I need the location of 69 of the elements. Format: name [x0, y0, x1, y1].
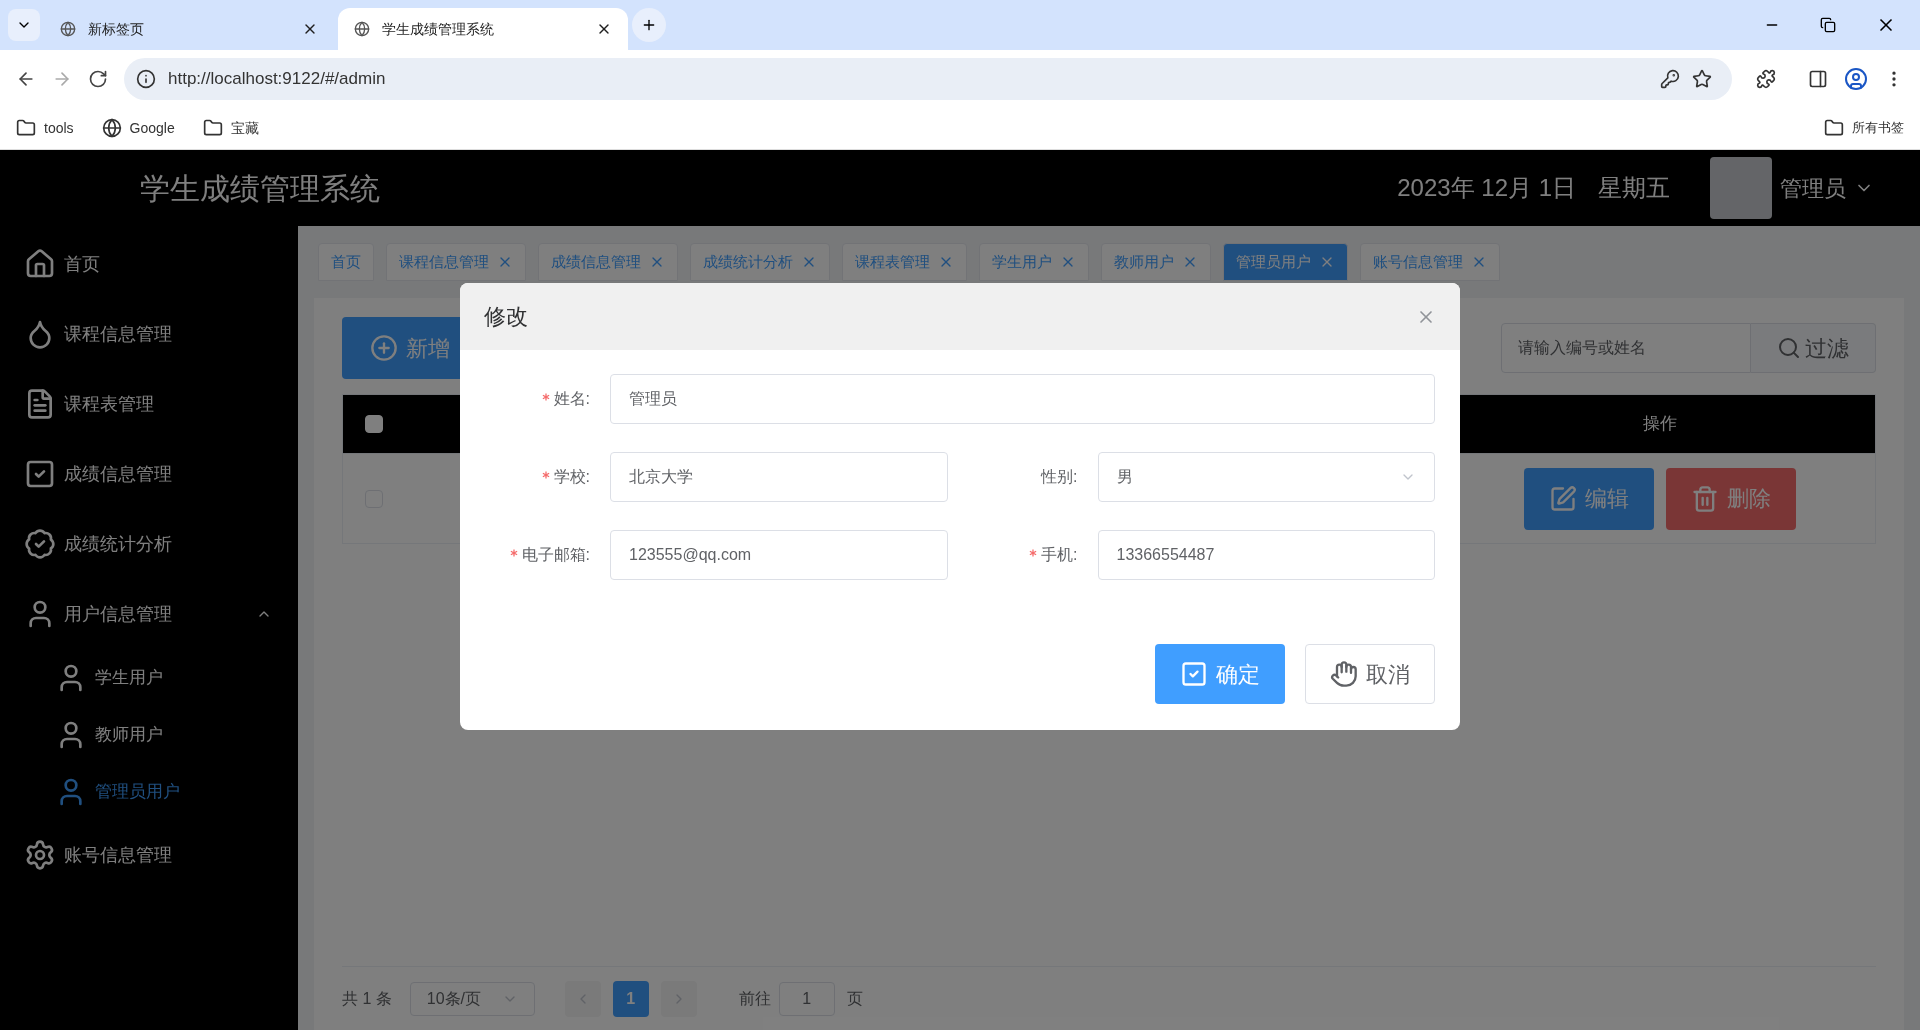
- text-field[interactable]: 北京大学: [610, 452, 948, 502]
- page-input[interactable]: 1: [778, 981, 835, 1016]
- reload-icon[interactable]: [88, 68, 108, 89]
- field-label: 电子邮箱:: [521, 545, 590, 565]
- bookmark[interactable]: Google: [101, 117, 175, 139]
- url-text: http://localhost:9122/#/admin: [168, 67, 387, 90]
- cancel-button[interactable]: 取消: [1305, 644, 1435, 704]
- tab-list-button[interactable]: [8, 9, 40, 41]
- globe-icon: [101, 118, 122, 138]
- dialog-title: 修改: [484, 303, 528, 331]
- confirm-button[interactable]: 确定: [1155, 644, 1285, 704]
- weekday-text: 星期五: [1598, 173, 1670, 203]
- plus-icon: [641, 17, 657, 33]
- folder-icon: [202, 118, 223, 138]
- menu-item-icon: [24, 248, 56, 280]
- globe-icon: [60, 21, 76, 37]
- menu-item-icon: [24, 528, 56, 560]
- user-name[interactable]: 管理员: [1780, 171, 1846, 205]
- sidebar-subitem[interactable]: 教师用户: [0, 706, 298, 763]
- globe-icon: [354, 21, 370, 37]
- folder-icon: [1824, 118, 1844, 138]
- sidebar-item[interactable]: 首页: [0, 229, 298, 299]
- profile-icon[interactable]: [1844, 66, 1868, 91]
- menu-item-icon: [24, 839, 56, 871]
- sidebar-subitem[interactable]: 学生用户: [0, 649, 298, 706]
- address-bar[interactable]: http://localhost:9122/#/admin: [124, 57, 1732, 100]
- sidebar-item[interactable]: 课程表管理: [0, 369, 298, 439]
- app-title: 学生成绩管理系统: [140, 170, 380, 207]
- restore-icon[interactable]: [1820, 17, 1836, 33]
- pencil-icon: [1549, 484, 1577, 513]
- gender-select[interactable]: 男: [1097, 452, 1435, 502]
- page-suffix: 页: [846, 988, 863, 1009]
- date-text: 2023年 12月 1日: [1397, 173, 1576, 203]
- page-size-select[interactable]: 10条/页: [409, 981, 535, 1016]
- sidebar-item[interactable]: 课程信息管理: [0, 299, 298, 369]
- search-field[interactable]: 请输入编号或姓名: [1501, 323, 1751, 373]
- trash-icon: [1691, 484, 1719, 513]
- side-panel-icon[interactable]: [1808, 68, 1828, 89]
- search-icon: [1777, 336, 1801, 360]
- key-icon[interactable]: [1660, 68, 1680, 89]
- sidebar-item[interactable]: 用户信息管理: [0, 579, 298, 649]
- plus-circle-icon: [370, 334, 398, 362]
- column-header: 操作: [1643, 413, 1677, 436]
- sidebar-item[interactable]: 成绩信息管理: [0, 439, 298, 509]
- field-label: 性别:: [1041, 467, 1078, 487]
- folder-icon: [16, 118, 36, 138]
- all-bookmarks[interactable]: 所有书签: [1824, 118, 1904, 138]
- text-field[interactable]: 13366554487: [1097, 530, 1435, 580]
- total-count: 共 1 条: [342, 988, 392, 1009]
- browser-tab[interactable]: 新标签页: [44, 8, 334, 50]
- hand-icon: [1330, 660, 1358, 688]
- browser-tab[interactable]: 学生成绩管理系统: [338, 8, 628, 50]
- menu-item-icon: [24, 458, 56, 490]
- sidebar-item[interactable]: 账号信息管理: [0, 820, 298, 890]
- new-tab-button[interactable]: [632, 8, 666, 42]
- field-label: 手机:: [1041, 545, 1078, 565]
- extensions-icon[interactable]: [1756, 68, 1776, 89]
- field-label: 学校:: [553, 467, 590, 487]
- field-label: 姓名:: [553, 389, 590, 409]
- goto-label: 前往: [738, 988, 771, 1009]
- sidebar-item[interactable]: 成绩统计分析: [0, 509, 298, 579]
- bookmark[interactable]: 宝藏: [202, 117, 259, 139]
- star-icon[interactable]: [1692, 68, 1712, 89]
- filter-button[interactable]: 过滤: [1751, 323, 1876, 373]
- info-icon: [136, 68, 156, 89]
- check-icon: [1180, 660, 1208, 688]
- text-field[interactable]: 123555@qq.com: [610, 530, 948, 580]
- text-field[interactable]: 管理员: [610, 374, 1435, 424]
- bookmark[interactable]: tools: [16, 117, 74, 139]
